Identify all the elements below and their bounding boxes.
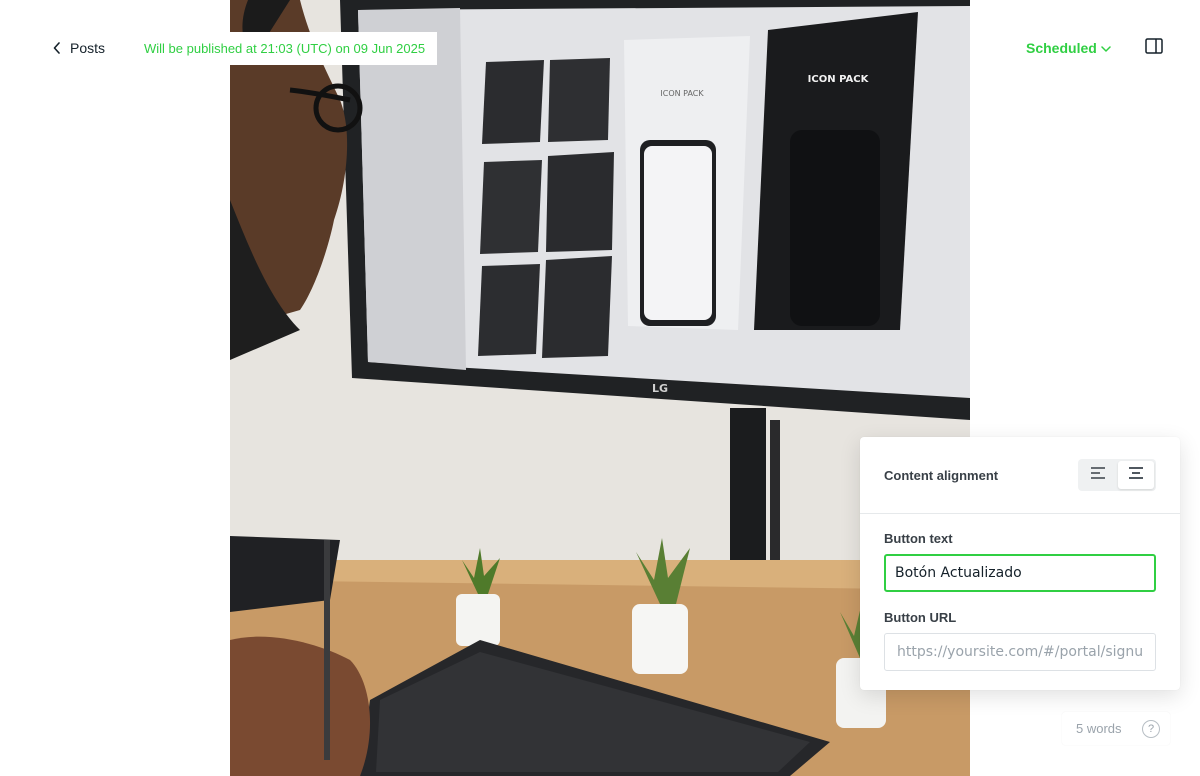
chevron-left-icon xyxy=(52,41,62,55)
post-editor: ICON PACK ICON PACK LG Posts Will be pub… xyxy=(0,0,1200,776)
align-center-button[interactable] xyxy=(1118,461,1154,489)
status-dropdown[interactable]: Scheduled xyxy=(1026,38,1111,58)
word-count-badge: 5 words ? xyxy=(1062,712,1170,745)
svg-text:ICON PACK: ICON PACK xyxy=(660,89,704,98)
button-url-label: Button URL xyxy=(884,610,957,625)
button-text-input[interactable] xyxy=(884,554,1156,592)
sidebar-toggle-button[interactable] xyxy=(1144,37,1164,59)
button-text-label: Button text xyxy=(884,531,953,546)
back-label: Posts xyxy=(70,40,106,56)
svg-text:ICON PACK: ICON PACK xyxy=(808,74,870,85)
center-align-icon xyxy=(1128,466,1144,485)
align-left-button[interactable] xyxy=(1080,461,1116,489)
button-text-field-group: Button text Button URL xyxy=(860,531,1180,671)
help-icon[interactable]: ? xyxy=(1142,719,1160,738)
publish-schedule-note: Will be published at 21:03 (UTC) on 09 J… xyxy=(134,32,438,65)
svg-text:LG: LG xyxy=(652,382,668,395)
content-alignment-row: Content alignment xyxy=(860,437,1180,514)
content-alignment-label: Content alignment xyxy=(884,467,999,483)
left-align-icon xyxy=(1090,466,1106,485)
button-url-input[interactable] xyxy=(884,633,1156,671)
alignment-toggle xyxy=(1078,459,1156,491)
back-to-posts-link[interactable]: Posts xyxy=(52,38,105,58)
sidebar-panel-icon xyxy=(1145,37,1163,59)
word-count-text: 5 words xyxy=(1076,721,1122,736)
feature-image: ICON PACK ICON PACK LG xyxy=(230,0,970,776)
publish-schedule-text: Will be published at 21:03 (UTC) on 09 J… xyxy=(144,41,426,56)
status-label: Scheduled xyxy=(1026,40,1097,56)
chevron-down-icon xyxy=(1101,40,1111,56)
button-card-settings: Content alignment Button text Button URL xyxy=(860,437,1180,690)
